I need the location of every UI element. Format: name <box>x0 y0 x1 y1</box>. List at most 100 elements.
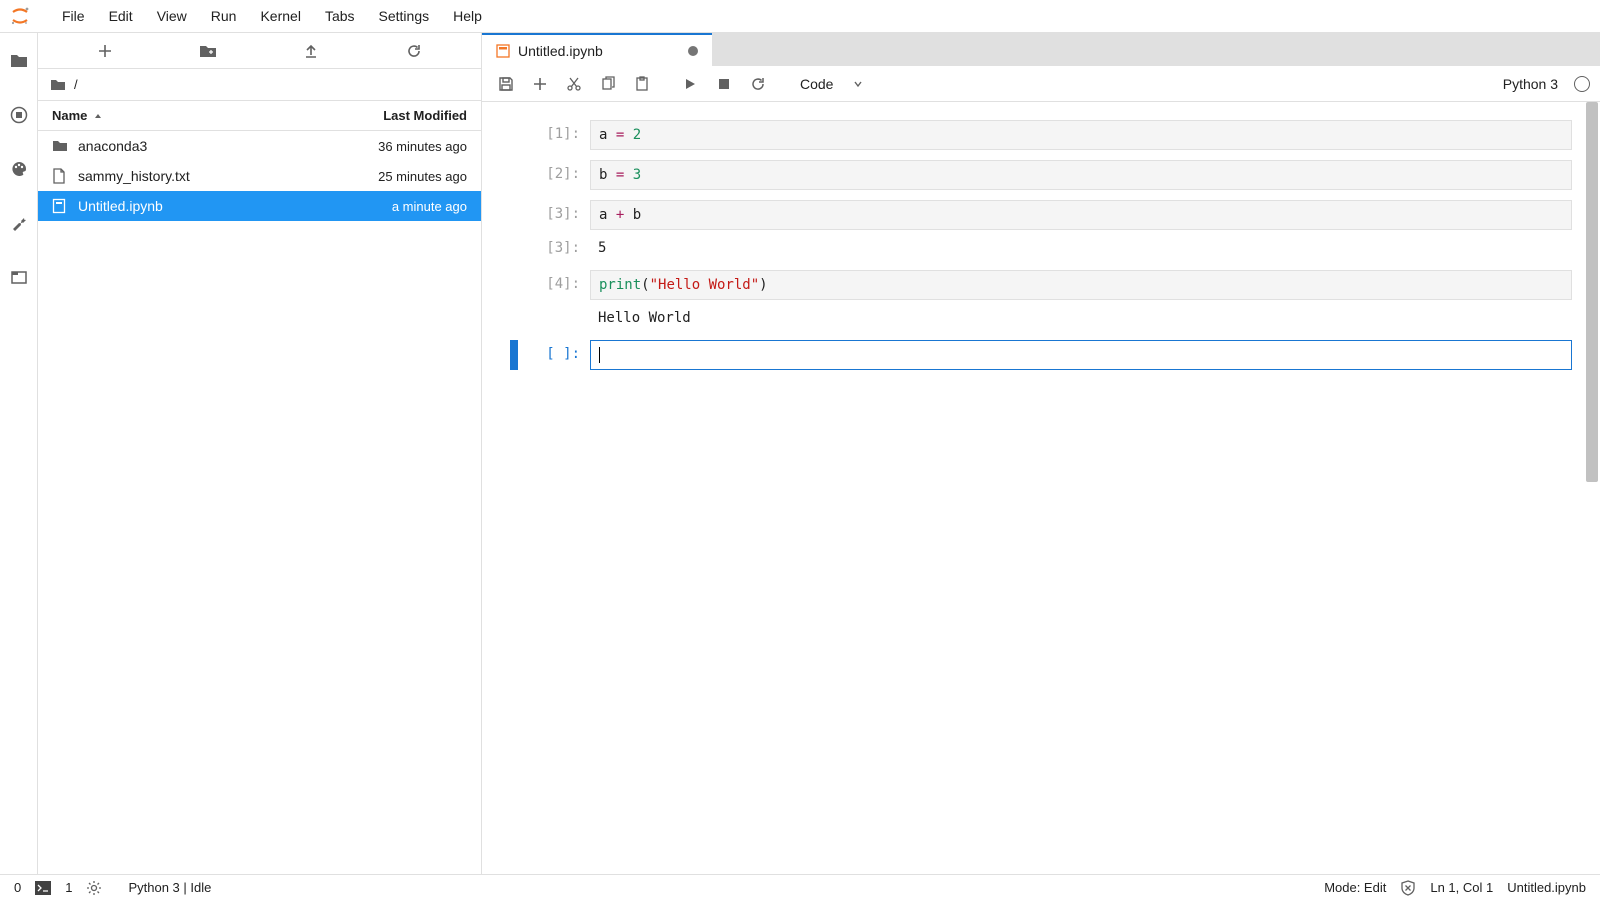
cell-bar <box>510 200 518 230</box>
notebook-cell[interactable]: [1]:a = 2 <box>510 120 1572 150</box>
cell-prompt: [1]: <box>526 120 590 150</box>
file-list-header[interactable]: Name Last Modified <box>38 101 481 131</box>
cell-prompt: [ ]: <box>526 340 590 370</box>
cell-prompt: [2]: <box>526 160 590 190</box>
cell-bar <box>510 270 518 300</box>
status-mode: Mode: Edit <box>1324 880 1386 895</box>
tab-notebook[interactable]: Untitled.ipynb <box>482 33 712 66</box>
kernel-name[interactable]: Python 3 <box>1503 76 1558 92</box>
new-folder-icon[interactable] <box>157 43 260 59</box>
cell-prompt: [4]: <box>526 270 590 300</box>
file-row-folder[interactable]: anaconda3 36 minutes ago <box>38 131 481 161</box>
jupyter-logo <box>8 4 32 28</box>
main-area: / Name Last Modified anaconda3 36 minute… <box>0 33 1600 874</box>
menu-kernel[interactable]: Kernel <box>248 2 312 30</box>
refresh-icon[interactable] <box>362 43 465 59</box>
notebook-cell[interactable]: [4]:print("Hello World") <box>510 270 1572 300</box>
paste-icon[interactable] <box>628 70 656 98</box>
cell-input[interactable] <box>590 340 1572 370</box>
kernel-status-icon[interactable] <box>1574 76 1590 92</box>
cell-bar <box>510 340 518 370</box>
dirty-indicator-icon <box>688 46 698 56</box>
file-browser-toolbar <box>38 33 481 69</box>
running-icon[interactable] <box>9 105 29 125</box>
cell-output-row: Hello World <box>510 306 1572 330</box>
cell-bar <box>510 120 518 150</box>
notebook-icon <box>496 44 510 58</box>
output-prompt: [3]: <box>526 236 590 260</box>
status-terminals[interactable]: 0 <box>14 880 21 895</box>
menu-edit[interactable]: Edit <box>97 2 145 30</box>
scrollbar-thumb[interactable] <box>1586 102 1598 482</box>
notebook-toolbar: Code Python 3 <box>482 66 1600 102</box>
insert-cell-icon[interactable] <box>526 70 554 98</box>
menu-view[interactable]: View <box>145 2 199 30</box>
save-icon[interactable] <box>492 70 520 98</box>
menu-tabs[interactable]: Tabs <box>313 2 367 30</box>
tabs-icon[interactable] <box>9 267 29 287</box>
tab-title: Untitled.ipynb <box>518 43 603 59</box>
copy-icon[interactable] <box>594 70 622 98</box>
file-modified: 25 minutes ago <box>378 169 467 184</box>
chevron-down-icon <box>853 79 863 89</box>
scrollbar[interactable] <box>1585 102 1599 874</box>
breadcrumb-path: / <box>74 77 78 92</box>
status-terminal-icon[interactable] <box>35 881 51 895</box>
cell-output-row: [3]:5 <box>510 236 1572 260</box>
status-kernel[interactable]: Python 3 | Idle <box>128 880 211 895</box>
cell-output: Hello World <box>590 306 1572 330</box>
run-icon[interactable] <box>676 70 704 98</box>
status-gear-icon[interactable] <box>86 880 102 896</box>
cell-prompt: [3]: <box>526 200 590 230</box>
cell-output: 5 <box>590 236 1572 260</box>
notebook-cell[interactable]: [3]:a + b <box>510 200 1572 230</box>
notebook-cell[interactable]: [2]:b = 3 <box>510 160 1572 190</box>
menu-settings[interactable]: Settings <box>367 2 442 30</box>
file-row-notebook[interactable]: Untitled.ipynb a minute ago <box>38 191 481 221</box>
file-browser: / Name Last Modified anaconda3 36 minute… <box>38 33 482 874</box>
cell-type-select[interactable]: Code <box>792 76 871 92</box>
palette-icon[interactable] <box>9 159 29 179</box>
menu-run[interactable]: Run <box>199 2 249 30</box>
cell-input[interactable]: a = 2 <box>590 120 1572 150</box>
cell-input[interactable]: print("Hello World") <box>590 270 1572 300</box>
output-prompt <box>526 306 590 330</box>
file-row-text[interactable]: sammy_history.txt 25 minutes ago <box>38 161 481 191</box>
file-icon <box>52 168 68 184</box>
menu-help[interactable]: Help <box>441 2 494 30</box>
file-modified: a minute ago <box>392 199 467 214</box>
file-name: sammy_history.txt <box>78 168 368 184</box>
restart-icon[interactable] <box>744 70 772 98</box>
notebook-icon <box>52 198 68 214</box>
interrupt-icon[interactable] <box>710 70 738 98</box>
file-name: Untitled.ipynb <box>78 198 382 214</box>
column-name: Name <box>52 108 87 123</box>
file-name: anaconda3 <box>78 138 368 154</box>
content-area: Untitled.ipynb Code Python 3 [1]:a = <box>482 33 1600 874</box>
statusbar: 0 1 Python 3 | Idle Mode: Edit Ln 1, Col… <box>0 874 1600 900</box>
cut-icon[interactable] <box>560 70 588 98</box>
menu-file[interactable]: File <box>50 2 97 30</box>
cell-bar <box>510 160 518 190</box>
folder-icon[interactable] <box>9 51 29 71</box>
status-trust-icon[interactable] <box>1400 880 1416 896</box>
folder-icon <box>50 77 66 93</box>
folder-icon <box>52 138 68 154</box>
cell-input[interactable]: b = 3 <box>590 160 1572 190</box>
notebook[interactable]: [1]:a = 2[2]:b = 3[3]:a + b[3]:5[4]:prin… <box>482 102 1600 874</box>
tabbar: Untitled.ipynb <box>482 33 1600 66</box>
status-cursor: Ln 1, Col 1 <box>1430 880 1493 895</box>
wrench-icon[interactable] <box>9 213 29 233</box>
column-modified: Last Modified <box>383 108 467 123</box>
status-kernels[interactable]: 1 <box>65 880 72 895</box>
breadcrumb[interactable]: / <box>38 69 481 101</box>
cell-input[interactable]: a + b <box>590 200 1572 230</box>
status-filename: Untitled.ipynb <box>1507 880 1586 895</box>
file-modified: 36 minutes ago <box>378 139 467 154</box>
new-launcher-icon[interactable] <box>54 43 157 59</box>
upload-icon[interactable] <box>260 43 363 59</box>
sort-up-icon <box>93 111 103 121</box>
cell-type-label: Code <box>800 76 833 92</box>
notebook-cell[interactable]: [ ]: <box>510 340 1572 370</box>
file-list: anaconda3 36 minutes ago sammy_history.t… <box>38 131 481 874</box>
